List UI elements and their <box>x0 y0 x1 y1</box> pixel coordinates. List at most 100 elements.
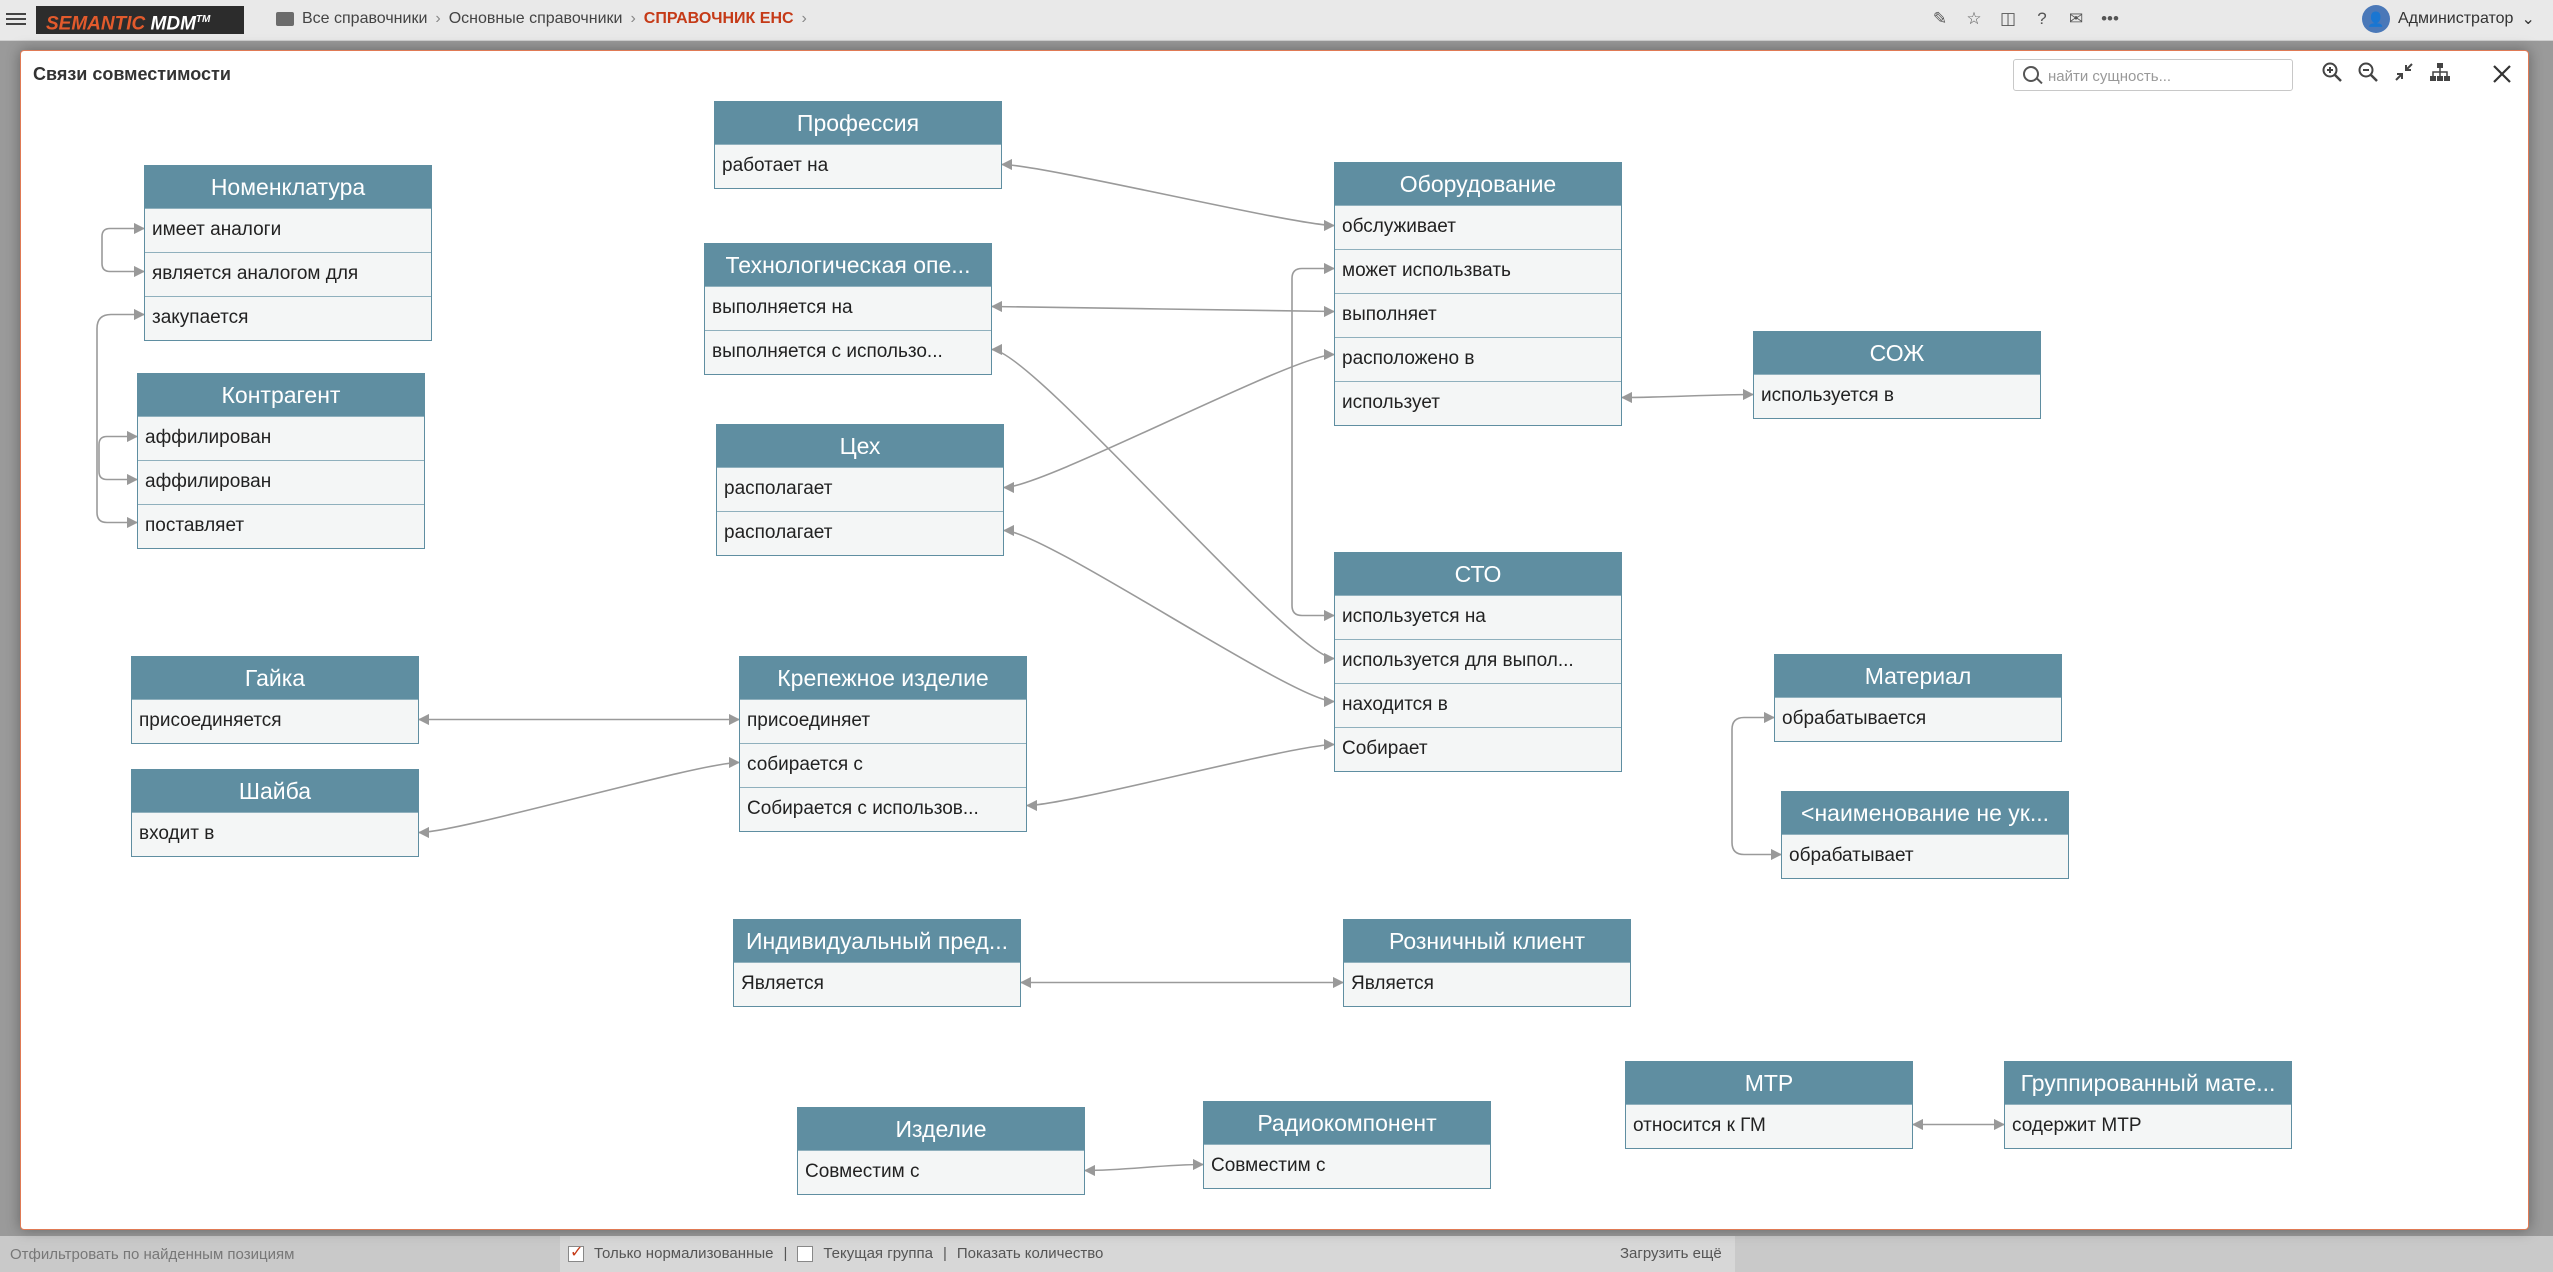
entity-card[interactable]: Радиокомпонент Совместим с <box>1203 1101 1491 1189</box>
entity-relation[interactable]: работает на <box>715 144 1001 188</box>
entity-title[interactable]: МТР <box>1626 1062 1912 1104</box>
entity-relation[interactable]: Собирает <box>1335 727 1621 771</box>
entity-relation[interactable]: присоединяется <box>132 699 418 743</box>
entity-title[interactable]: Профессия <box>715 102 1001 144</box>
close-icon[interactable] <box>2489 61 2515 87</box>
entity-relation[interactable]: располагает <box>717 511 1003 555</box>
breadcrumb-item-all[interactable]: Все справочники <box>302 10 427 28</box>
zoom-in-icon[interactable] <box>2321 61 2343 83</box>
entity-card[interactable]: СОЖ используется в <box>1753 331 2041 419</box>
entity-relation[interactable]: выполняется с использо... <box>705 330 991 374</box>
entity-relation[interactable]: Совместим с <box>798 1150 1084 1194</box>
collapse-icon[interactable] <box>2393 61 2415 83</box>
mail-icon[interactable]: ✉ <box>2066 9 2086 29</box>
entity-relation[interactable]: может использвать <box>1335 249 1621 293</box>
entity-relation[interactable]: используется на <box>1335 595 1621 639</box>
entity-card[interactable]: СТО используется на используется для выпол… <box>1334 552 1622 772</box>
entity-card[interactable]: Группированный мате... содержит МТР <box>2004 1061 2292 1149</box>
entity-relation[interactable]: Является <box>1344 962 1630 1006</box>
entity-relation[interactable]: собирается с <box>740 743 1026 787</box>
entity-relation[interactable]: выполняет <box>1335 293 1621 337</box>
star-icon[interactable]: ☆ <box>1964 9 1984 29</box>
entity-relation[interactable]: располагает <box>717 467 1003 511</box>
entity-card[interactable]: Технологическая опе... выполняется на выпо… <box>704 243 992 375</box>
show-count-link[interactable]: Показать количество <box>957 1245 1103 1262</box>
breadcrumb-item-ens[interactable]: СПРАВОЧНИК ЕНС <box>644 10 794 28</box>
entity-card[interactable]: Контрагент аффилирован аффилирован поставля… <box>137 373 425 549</box>
diagram-canvas[interactable]: Номенклатура имеет аналоги является аналог… <box>21 51 2528 1229</box>
entity-card[interactable]: Профессия работает на <box>714 101 1002 189</box>
entity-relation[interactable]: относится к ГМ <box>1626 1104 1912 1148</box>
entity-title[interactable]: Радиокомпонент <box>1204 1102 1490 1144</box>
entity-title[interactable]: Материал <box>1775 655 2061 697</box>
entity-card[interactable]: Шайба входит в <box>131 769 419 857</box>
entity-card[interactable]: Номенклатура имеет аналоги является аналог… <box>144 165 432 341</box>
entity-title[interactable]: Изделие <box>798 1108 1084 1150</box>
entity-card[interactable]: Розничный клиент Является <box>1343 919 1631 1007</box>
entity-relation[interactable]: выполняется на <box>705 286 991 330</box>
menu-icon[interactable] <box>6 10 26 28</box>
entity-relation[interactable]: аффилирован <box>138 460 424 504</box>
entity-card[interactable]: Индивидуальный пред... Является <box>733 919 1021 1007</box>
compatibility-modal: Номенклатура имеет аналоги является аналог… <box>20 50 2529 1230</box>
load-more-button[interactable]: Загрузить ещё <box>1620 1245 1722 1262</box>
entity-relation[interactable]: используется для выпол... <box>1335 639 1621 683</box>
entity-relation[interactable]: Совместим с <box>1204 1144 1490 1188</box>
current-group-checkbox[interactable] <box>797 1245 814 1262</box>
pencil-icon[interactable]: ✎ <box>1930 9 1950 29</box>
filter-input[interactable]: Отфильтровать по найденным позициям <box>10 1246 294 1263</box>
entity-relation[interactable]: Собирается с использов... <box>740 787 1026 831</box>
user-menu[interactable]: 👤 Администратор ⌄ <box>2362 5 2535 33</box>
entity-card[interactable]: <наименование не ук... обрабатывает <box>1781 791 2069 879</box>
entity-search[interactable] <box>2013 59 2293 91</box>
entity-relation[interactable]: использует <box>1335 381 1621 425</box>
only-normalized-checkbox[interactable] <box>568 1242 584 1262</box>
entity-relation[interactable]: поставляет <box>138 504 424 548</box>
entity-relation[interactable]: обрабатывает <box>1782 834 2068 878</box>
entity-relation[interactable]: обрабатывается <box>1775 697 2061 741</box>
entity-card[interactable]: Оборудование обслуживает может использвать… <box>1334 162 1622 426</box>
app-logo[interactable]: SEMANTIC MDMTM <box>36 6 244 34</box>
entity-card[interactable]: Цех располагает располагает <box>716 424 1004 556</box>
entity-title[interactable]: Оборудование <box>1335 163 1621 205</box>
entity-card[interactable]: Изделие Совместим с <box>797 1107 1085 1195</box>
entity-relation[interactable]: находится в <box>1335 683 1621 727</box>
entity-search-input[interactable] <box>2046 64 2290 88</box>
entity-title[interactable]: Цех <box>717 425 1003 467</box>
relation-link <box>1620 388 1755 404</box>
entity-title[interactable]: Крепежное изделие <box>740 657 1026 699</box>
entity-title[interactable]: <наименование не ук... <box>1782 792 2068 834</box>
breadcrumb-item-main[interactable]: Основные справочники <box>449 10 623 28</box>
logo-tm: TM <box>195 14 211 25</box>
entity-title[interactable]: Технологическая опе... <box>705 244 991 286</box>
entity-title[interactable]: Группированный мате... <box>2005 1062 2291 1104</box>
entity-title[interactable]: Контрагент <box>138 374 424 416</box>
entity-title[interactable]: Индивидуальный пред... <box>734 920 1020 962</box>
entity-card[interactable]: МТР относится к ГМ <box>1625 1061 1913 1149</box>
hierarchy-icon[interactable] <box>2429 61 2451 83</box>
entity-relation[interactable]: имеет аналоги <box>145 208 431 252</box>
entity-relation[interactable]: Является <box>734 962 1020 1006</box>
entity-title[interactable]: Номенклатура <box>145 166 431 208</box>
entity-relation[interactable]: обслуживает <box>1335 205 1621 249</box>
entity-relation[interactable]: содержит МТР <box>2005 1104 2291 1148</box>
entity-title[interactable]: СОЖ <box>1754 332 2040 374</box>
entity-card[interactable]: Крепежное изделие присоединяет собирается … <box>739 656 1027 832</box>
more-icon[interactable]: ••• <box>2100 9 2120 29</box>
entity-relation[interactable]: расположено в <box>1335 337 1621 381</box>
entity-card[interactable]: Материал обрабатывается <box>1774 654 2062 742</box>
columns-icon[interactable]: ◫ <box>1998 9 2018 29</box>
help-icon[interactable]: ? <box>2032 9 2052 29</box>
entity-relation[interactable]: является аналогом для <box>145 252 431 296</box>
entity-relation[interactable]: присоединяет <box>740 699 1026 743</box>
zoom-out-icon[interactable] <box>2357 61 2379 83</box>
entity-relation[interactable]: входит в <box>132 812 418 856</box>
entity-title[interactable]: Гайка <box>132 657 418 699</box>
entity-relation[interactable]: используется в <box>1754 374 2040 418</box>
entity-card[interactable]: Гайка присоединяется <box>131 656 419 744</box>
entity-relation[interactable]: аффилирован <box>138 416 424 460</box>
entity-title[interactable]: СТО <box>1335 553 1621 595</box>
entity-title[interactable]: Шайба <box>132 770 418 812</box>
entity-title[interactable]: Розничный клиент <box>1344 920 1630 962</box>
entity-relation[interactable]: закупается <box>145 296 431 340</box>
